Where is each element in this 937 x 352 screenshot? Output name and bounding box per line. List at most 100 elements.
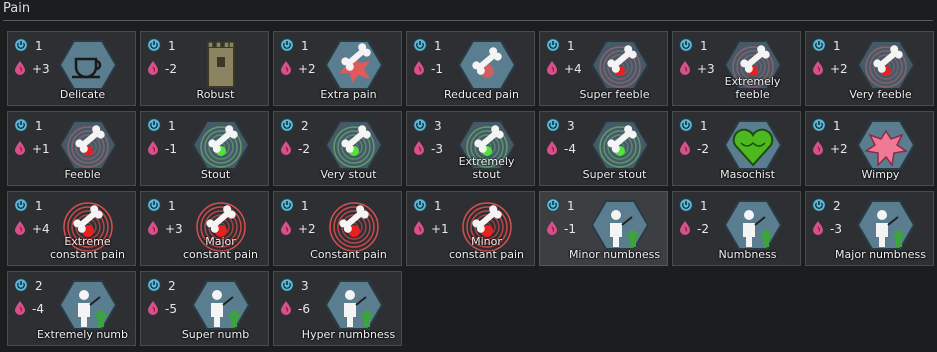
power-cost-icon — [280, 277, 294, 296]
numb-figure-icon — [856, 197, 916, 253]
cost-value: 1 — [35, 199, 43, 213]
pain-drop-icon — [546, 60, 558, 79]
trait-card[interactable]: 1 +2 Constant pain — [273, 191, 402, 266]
trait-card[interactable]: 1 +3 Extremely feeble — [672, 31, 801, 106]
bone-pain-rings-icon — [324, 197, 384, 253]
section-header: Pain — [0, 0, 937, 22]
cost-value: 1 — [301, 39, 309, 53]
power-cost-icon — [679, 117, 693, 136]
trait-card[interactable]: 1 +2 Very feeble — [805, 31, 934, 106]
power-cost-icon — [812, 37, 826, 56]
pain-drop-icon — [14, 300, 26, 319]
cost-value: 2 — [35, 279, 43, 293]
trait-card[interactable]: 1 -1 Reduced pain — [406, 31, 535, 106]
pain-stat: +1 — [413, 220, 449, 237]
tower-icon — [191, 37, 251, 93]
cost-stat: 1 — [280, 197, 309, 214]
trait-card[interactable]: 2 -3 Major numbness — [805, 191, 934, 266]
pain-stat: -1 — [147, 140, 177, 157]
trait-name: Reduced pain — [444, 88, 519, 101]
pain-drop-icon — [147, 220, 159, 239]
pain-stat: -2 — [679, 140, 709, 157]
trait-card[interactable]: 3 -6 Hyper numbness — [273, 271, 402, 346]
pain-stat: +2 — [280, 60, 316, 79]
power-cost-icon — [812, 117, 826, 136]
pain-drop-icon — [546, 220, 558, 239]
pain-drop-icon — [812, 140, 824, 159]
trait-card[interactable]: 2 -4 Extremely numb — [7, 271, 136, 346]
trait-card[interactable]: 1 +1 Feeble — [7, 111, 136, 186]
trait-card[interactable]: 1 +1 Minor constant pain — [406, 191, 535, 266]
trait-card[interactable]: 1 -1 Minor numbness — [539, 191, 668, 266]
cost-value: 1 — [833, 119, 841, 133]
trait-name: Stout — [200, 168, 231, 181]
trait-grid: 1 +3 Delicate 1 -2 Robust 1 +2 Extra pai… — [7, 31, 934, 346]
cost-stat: 1 — [14, 117, 43, 134]
pain-value: +2 — [298, 62, 316, 76]
trait-name: Wimpy — [861, 168, 900, 181]
trait-card[interactable]: 1 +4 Super feeble — [539, 31, 668, 106]
cost-stat: 1 — [14, 37, 43, 54]
cost-value: 1 — [434, 39, 442, 53]
pain-value: -2 — [697, 142, 709, 156]
trait-card[interactable]: 2 -5 Super numb — [140, 271, 269, 346]
trait-card[interactable]: 1 +2 Extra pain — [273, 31, 402, 106]
pain-stat: -4 — [14, 300, 44, 319]
pain-value: -5 — [165, 302, 177, 316]
cost-stat: 1 — [280, 37, 309, 54]
cost-value: 1 — [833, 39, 841, 53]
cost-value: 3 — [301, 279, 309, 293]
cost-stat: 1 — [147, 37, 176, 56]
trait-card[interactable]: 1 +4 Extreme constant pain — [7, 191, 136, 266]
trait-card[interactable]: 3 -3 Extremely stout — [406, 111, 535, 186]
pain-stat: +4 — [546, 60, 582, 79]
power-cost-icon — [147, 277, 161, 296]
cost-stat: 1 — [147, 197, 176, 214]
green-heart-icon — [723, 117, 783, 173]
pain-value: +1 — [32, 142, 50, 156]
pain-value: -2 — [298, 142, 310, 156]
pain-drop-icon — [14, 140, 26, 159]
trait-card[interactable]: 2 -2 Very stout — [273, 111, 402, 186]
trait-name: Feeble — [64, 168, 101, 181]
trait-card[interactable]: 1 +3 Major constant pain — [140, 191, 269, 266]
pain-stat: -4 — [546, 140, 576, 157]
trait-card[interactable]: 1 +3 Delicate — [7, 31, 136, 106]
trait-card[interactable]: 1 -2 Robust — [140, 31, 269, 106]
pain-value: +1 — [431, 222, 449, 236]
trait-card[interactable]: 1 -2 Numbness — [672, 191, 801, 266]
pain-value: -3 — [830, 222, 842, 236]
cost-stat: 1 — [679, 37, 708, 54]
trait-name: Extra pain — [320, 88, 377, 101]
pain-value: -6 — [298, 302, 310, 316]
pain-value: +4 — [32, 222, 50, 236]
trait-name: Extremely numb — [36, 328, 128, 341]
cost-value: 1 — [35, 39, 43, 53]
bone-green-rings-icon — [324, 117, 384, 173]
bone-burst-icon — [324, 37, 384, 93]
pain-value: -2 — [697, 222, 709, 236]
pain-stat: +2 — [812, 140, 848, 159]
pain-stat: -5 — [147, 300, 177, 317]
cost-stat: 3 — [413, 117, 442, 134]
pain-stat: +3 — [679, 60, 715, 77]
power-cost-icon — [546, 197, 560, 216]
bone-red-rings-icon — [590, 37, 650, 93]
cost-value: 1 — [700, 119, 708, 133]
trait-card[interactable]: 1 +2 Wimpy — [805, 111, 934, 186]
pain-drop-icon — [280, 60, 292, 79]
trait-card[interactable]: 1 -1 Stout — [140, 111, 269, 186]
pain-stat: -1 — [546, 220, 576, 239]
cost-value: 1 — [35, 119, 43, 133]
numb-figure-icon — [723, 197, 783, 253]
pain-stat: +4 — [14, 220, 50, 239]
cost-value: 2 — [301, 119, 309, 133]
pain-drop-icon — [679, 220, 691, 239]
trait-card[interactable]: 3 -4 Super stout — [539, 111, 668, 186]
pain-drop-icon — [14, 220, 26, 239]
cost-stat: 1 — [679, 117, 708, 136]
trait-card[interactable]: 1 -2 Masochist — [672, 111, 801, 186]
bone-red-rings-icon — [856, 37, 916, 93]
power-cost-icon — [147, 37, 161, 56]
trait-name: Extremely feeble — [724, 75, 781, 101]
